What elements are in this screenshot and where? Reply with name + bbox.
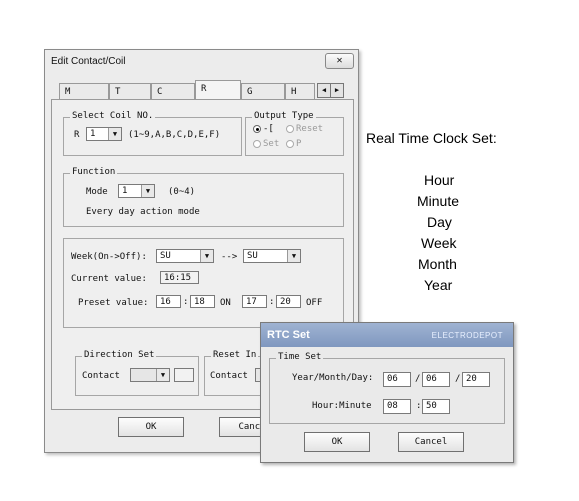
dialog-title: Edit Contact/Coil bbox=[51, 56, 126, 67]
time-sep: : bbox=[416, 401, 422, 411]
tab-m[interactable]: M bbox=[59, 83, 109, 99]
week-label: Week(On->Off): bbox=[71, 252, 147, 262]
mode-value: 1 bbox=[122, 186, 128, 196]
date-sep-1: / bbox=[415, 374, 421, 384]
tab-c[interactable]: C bbox=[151, 83, 195, 99]
function-group: Function Mode 1 ▼ (0~4) Every day action… bbox=[63, 167, 344, 227]
tab-h[interactable]: H bbox=[285, 83, 315, 99]
select-coil-title: Select Coil NO. bbox=[70, 111, 156, 121]
rtc-ok-button[interactable]: OK bbox=[304, 432, 370, 452]
chevron-down-icon[interactable]: ▼ bbox=[141, 185, 154, 197]
coil-number-select[interactable]: 1 ▼ bbox=[86, 127, 122, 141]
function-title: Function bbox=[70, 167, 118, 177]
rtc-brand-watermark: ELECTRODEPOT bbox=[431, 331, 503, 340]
preset-on-hour-input[interactable]: 16 bbox=[156, 295, 181, 308]
output-set-label: Set bbox=[263, 139, 280, 149]
rtc-item-month: Month bbox=[418, 256, 457, 272]
tab-t[interactable]: T bbox=[109, 83, 151, 99]
output-p-label: P bbox=[296, 139, 302, 149]
tab-scroll-left-icon[interactable]: ◀ bbox=[317, 83, 331, 98]
output-coil-label: -[ bbox=[263, 124, 274, 134]
ok-button[interactable]: OK bbox=[118, 417, 184, 437]
rtc-item-week: Week bbox=[421, 235, 457, 251]
output-coil-radio[interactable] bbox=[253, 125, 261, 133]
coil-prefix-label: R bbox=[74, 130, 80, 140]
week-off-value: SU bbox=[247, 251, 258, 261]
tab-r[interactable]: R bbox=[195, 80, 241, 99]
rtc-item-hour: Hour bbox=[424, 172, 455, 188]
week-off-select[interactable]: SU ▼ bbox=[243, 249, 301, 263]
time-label: Hour:Minute bbox=[312, 401, 372, 411]
direction-contact-select[interactable]: ▼ bbox=[130, 368, 170, 382]
preset-on-label: ON bbox=[220, 298, 231, 308]
mode-label: Mode bbox=[86, 187, 108, 197]
minute-input[interactable]: 50 bbox=[422, 399, 450, 414]
output-p-radio[interactable] bbox=[286, 140, 294, 148]
mode-range-label: (0~4) bbox=[168, 187, 196, 197]
preset-on-minute-input[interactable]: 18 bbox=[190, 295, 215, 308]
preset-off-sep: : bbox=[269, 297, 275, 307]
output-type-title: Output Type bbox=[252, 111, 316, 121]
rtc-item-day: Day bbox=[427, 214, 452, 230]
year-input[interactable]: 06 bbox=[383, 372, 411, 387]
output-type-group: Output Type -[ Reset Set P bbox=[245, 111, 344, 156]
rtc-heading: Real Time Clock Set: bbox=[366, 130, 497, 146]
current-value-label: Current value: bbox=[71, 274, 147, 284]
coil-range-label: (1~9,A,B,C,D,E,F) bbox=[128, 130, 221, 140]
coil-number-value: 1 bbox=[90, 129, 96, 139]
mode-select[interactable]: 1 ▼ bbox=[118, 184, 155, 198]
chevron-down-icon[interactable]: ▼ bbox=[108, 128, 121, 140]
preset-off-minute-input[interactable]: 20 bbox=[276, 295, 301, 308]
day-input[interactable]: 20 bbox=[462, 372, 490, 387]
week-arrow-label: --> bbox=[221, 252, 238, 262]
direction-contact-number bbox=[174, 368, 194, 382]
date-sep-2: / bbox=[455, 374, 461, 384]
date-label: Year/Month/Day: bbox=[292, 373, 374, 383]
reset-input-title: Reset In bbox=[211, 350, 259, 360]
output-reset-label: Reset bbox=[296, 124, 324, 134]
chevron-down-icon[interactable]: ▼ bbox=[156, 369, 169, 381]
week-on-value: SU bbox=[160, 251, 171, 261]
preset-value-label: Preset value: bbox=[78, 298, 149, 308]
direction-set-title: Direction Set bbox=[82, 350, 157, 360]
preset-on-sep: : bbox=[183, 297, 189, 307]
output-set-radio[interactable] bbox=[253, 140, 261, 148]
time-set-group: Time Set Year/Month/Day: 06 / 06 / 20 Ho… bbox=[269, 352, 505, 424]
month-input[interactable]: 06 bbox=[422, 372, 450, 387]
rtc-set-dialog: RTC Set ELECTRODEPOT Time Set Year/Month… bbox=[260, 322, 514, 463]
output-reset-radio[interactable] bbox=[286, 125, 294, 133]
time-settings-group: Week(On->Off): SU ▼ --> SU ▼ Current val… bbox=[63, 238, 344, 328]
hour-input[interactable]: 08 bbox=[383, 399, 411, 414]
select-coil-group: Select Coil NO. R 1 ▼ (1~9,A,B,C,D,E,F) bbox=[63, 111, 242, 156]
week-on-select[interactable]: SU ▼ bbox=[156, 249, 214, 263]
rtc-cancel-button[interactable]: Cancel bbox=[398, 432, 464, 452]
reset-contact-label: Contact bbox=[210, 371, 248, 381]
time-set-title: Time Set bbox=[276, 352, 324, 362]
direction-contact-label: Contact bbox=[82, 371, 120, 381]
current-value-field: 16:15 bbox=[160, 271, 199, 284]
preset-off-label: OFF bbox=[306, 298, 323, 308]
tab-g[interactable]: G bbox=[241, 83, 285, 99]
rtc-dialog-title: RTC Set bbox=[267, 329, 310, 341]
close-icon[interactable]: ✕ bbox=[325, 53, 354, 69]
mode-description: Every day action mode bbox=[86, 207, 200, 217]
chevron-down-icon[interactable]: ▼ bbox=[200, 250, 213, 262]
tab-scroll-right-icon[interactable]: ▶ bbox=[330, 83, 344, 98]
rtc-item-minute: Minute bbox=[417, 193, 460, 209]
direction-set-group: Direction Set Contact ▼ bbox=[75, 350, 199, 396]
rtc-item-year: Year bbox=[424, 277, 453, 293]
preset-off-hour-input[interactable]: 17 bbox=[242, 295, 267, 308]
chevron-down-icon[interactable]: ▼ bbox=[287, 250, 300, 262]
